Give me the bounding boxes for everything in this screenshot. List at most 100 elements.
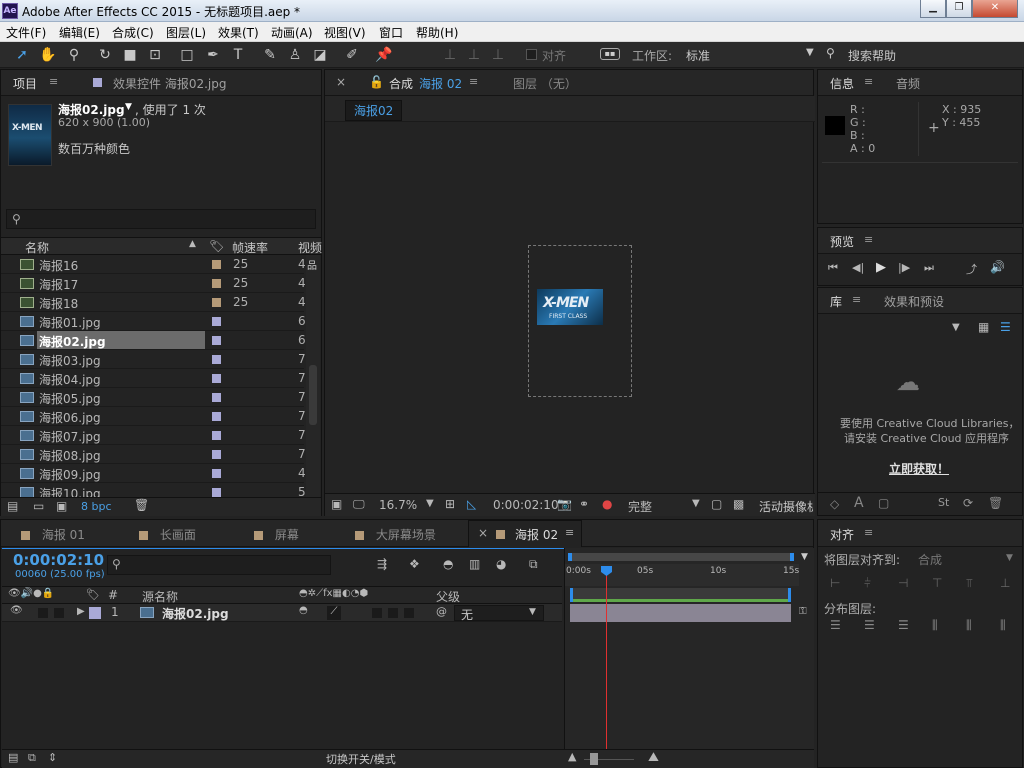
timeline-tab-0[interactable]: 海报 01 bbox=[21, 526, 85, 543]
tab-menu-icon[interactable]: ≡ bbox=[864, 75, 873, 88]
project-list-item[interactable]: 海报10.jpg 5 bbox=[1, 483, 306, 497]
transfer-controls-icon[interactable]: ⧉ bbox=[28, 751, 36, 765]
selection-tool-icon[interactable]: ➚ bbox=[12, 45, 32, 65]
comp-marker-bin-icon[interactable]: ▼ bbox=[801, 552, 808, 562]
frame-blending-icon[interactable]: ▥ bbox=[469, 557, 480, 571]
camera-select[interactable]: 活动摄像机 bbox=[759, 494, 813, 516]
bit-depth-button[interactable]: 8 bpc bbox=[81, 500, 112, 513]
project-list-item[interactable]: 海报03.jpg 7 bbox=[1, 350, 306, 369]
menu-composition[interactable]: 合成(C) bbox=[112, 24, 154, 41]
layer-duration-bar[interactable] bbox=[570, 604, 791, 622]
item-label-swatch[interactable] bbox=[212, 317, 221, 326]
align-right-icon[interactable]: ⊣ bbox=[898, 576, 908, 590]
graph-editor-icon[interactable]: ⧉ bbox=[529, 557, 538, 572]
solo-toggle[interactable] bbox=[54, 608, 64, 618]
distribute-right-icon[interactable]: ⫼ bbox=[1000, 618, 1006, 633]
menu-animation[interactable]: 动画(A) bbox=[271, 24, 313, 41]
layer-label-swatch[interactable] bbox=[89, 607, 101, 619]
item-label-swatch[interactable] bbox=[212, 412, 221, 421]
snap-checkbox[interactable] bbox=[526, 49, 537, 60]
menu-edit[interactable]: 编辑(E) bbox=[59, 24, 100, 41]
item-label-swatch[interactable] bbox=[212, 374, 221, 383]
parent-pickwhip-icon[interactable]: @ bbox=[436, 605, 447, 618]
motion-blur-icon[interactable]: ◕ bbox=[496, 557, 506, 571]
item-label-swatch[interactable] bbox=[212, 355, 221, 364]
zoom-select[interactable]: 16.7% bbox=[379, 498, 417, 512]
new-folder-icon[interactable]: ▭ bbox=[33, 499, 44, 513]
current-time-display[interactable]: 0:00:02:10 bbox=[493, 498, 559, 512]
trash-icon[interactable]: 🗑 bbox=[988, 496, 1003, 510]
first-frame-icon[interactable]: ⏮ bbox=[828, 261, 838, 275]
clone-stamp-tool-icon[interactable]: ♙ bbox=[285, 45, 305, 65]
eraser-tool-icon[interactable]: ◪ bbox=[310, 45, 330, 65]
align-left-icon[interactable]: ⊢ bbox=[830, 576, 840, 590]
color-channels-icon[interactable]: ● bbox=[602, 497, 612, 511]
zoom-tool-icon[interactable]: ⚲ bbox=[64, 45, 84, 65]
col-video-header[interactable]: 视频 bbox=[298, 239, 322, 256]
menu-window[interactable]: 窗口 bbox=[379, 24, 403, 41]
add-text-style-icon[interactable]: A bbox=[854, 495, 864, 511]
tab-menu-icon[interactable]: ≡ bbox=[864, 233, 873, 246]
project-list-item[interactable]: 海报09.jpg 4 bbox=[1, 464, 306, 483]
parent-dropdown-icon[interactable]: ▼ bbox=[529, 607, 536, 617]
play-icon[interactable]: ▶ bbox=[876, 260, 886, 275]
grid-view-icon[interactable]: ▦ bbox=[978, 320, 989, 334]
library-dropdown-icon[interactable]: ▼ bbox=[952, 322, 960, 333]
project-list-item[interactable]: 海报07.jpg 7 bbox=[1, 426, 306, 445]
project-search-input[interactable]: ⚲ bbox=[6, 209, 316, 229]
stock-icon[interactable]: St bbox=[938, 496, 949, 509]
pan-behind-tool-icon[interactable]: ⊡ bbox=[145, 45, 165, 65]
item-label-swatch[interactable] bbox=[212, 260, 221, 269]
align-horizontal-center-icon[interactable]: ⫩ bbox=[864, 576, 871, 591]
item-label-swatch[interactable] bbox=[212, 336, 221, 345]
align-bottom-icon[interactable]: ⊥ bbox=[1000, 576, 1010, 590]
tab-menu-icon[interactable]: ≡ bbox=[565, 526, 574, 539]
show-snapshot-icon[interactable]: ⚭ bbox=[579, 497, 589, 511]
project-list-item[interactable]: 海报17 25 4 bbox=[1, 274, 306, 293]
close-tab-icon[interactable]: × bbox=[478, 526, 488, 540]
tab-effect-controls[interactable]: 效果控件 海报02.jpg bbox=[113, 75, 226, 92]
align-to-select[interactable]: 合成 bbox=[918, 551, 942, 568]
tab-libraries[interactable]: 库 bbox=[830, 293, 842, 310]
new-comp-icon[interactable]: ▣ bbox=[56, 499, 67, 513]
project-list-item[interactable]: 海报05.jpg 7 bbox=[1, 388, 306, 407]
shy-switch-icon[interactable]: ◓ bbox=[299, 605, 308, 616]
item-label-swatch[interactable] bbox=[212, 279, 221, 288]
flowchart-icon[interactable]: 品 bbox=[307, 257, 317, 272]
view-axis-icon[interactable]: ⊥ bbox=[488, 45, 508, 65]
last-frame-icon[interactable]: ⏭ bbox=[924, 261, 934, 275]
shy-layers-icon[interactable]: ◓ bbox=[443, 557, 453, 571]
world-axis-icon[interactable]: ⊥ bbox=[464, 45, 484, 65]
scroll-thumb[interactable] bbox=[309, 365, 317, 425]
always-preview-icon[interactable]: ▣ bbox=[331, 497, 342, 511]
layer-name[interactable]: 海报02.jpg bbox=[162, 605, 229, 622]
expand-arrow-icon[interactable]: ▶ bbox=[77, 606, 85, 617]
monitor-icon[interactable]: 🖵 bbox=[353, 497, 365, 512]
time-navigator-bar[interactable] bbox=[568, 553, 794, 561]
camera-tool-icon[interactable]: ■ bbox=[120, 45, 140, 65]
comp-button-icon[interactable]: ⚿ bbox=[799, 606, 807, 617]
pen-tool-icon[interactable]: ✒ bbox=[203, 45, 223, 65]
timeline-tab-active[interactable]: × 海报 02 ≡ bbox=[468, 520, 582, 547]
visibility-eye-icon[interactable]: 👁 bbox=[10, 605, 23, 616]
item-label-swatch[interactable] bbox=[212, 393, 221, 402]
item-label-swatch[interactable] bbox=[212, 298, 221, 307]
parent-select[interactable]: 无 ▼ bbox=[454, 605, 544, 622]
get-it-now-link[interactable]: 立即获取！ bbox=[889, 460, 949, 477]
delete-icon[interactable]: 🗑 bbox=[134, 498, 149, 512]
comp-breadcrumb[interactable]: 海报02 bbox=[345, 100, 403, 121]
zoom-out-icon[interactable]: ▲ bbox=[568, 750, 576, 763]
lock-icon[interactable]: 🔓 bbox=[369, 75, 384, 89]
project-list-item[interactable]: 海报08.jpg 7 bbox=[1, 445, 306, 464]
usage-dropdown-icon[interactable]: ▼ bbox=[125, 102, 132, 112]
restore-button[interactable]: ❐ bbox=[946, 0, 972, 18]
audio-icon[interactable]: 🔊 bbox=[990, 260, 1005, 274]
puppet-pin-tool-icon[interactable]: 📌 bbox=[374, 45, 394, 65]
layer-switches-icon[interactable]: ▤ bbox=[8, 751, 18, 764]
project-list-item[interactable]: 海报06.jpg 7 bbox=[1, 407, 306, 426]
tab-menu-icon[interactable]: ≡ bbox=[864, 526, 873, 539]
draft-3d-icon[interactable]: ❖ bbox=[409, 557, 420, 571]
switch-slot[interactable] bbox=[388, 608, 398, 618]
timeline-search-input[interactable]: ⚲ bbox=[107, 555, 331, 575]
resolution-select[interactable]: 完整 bbox=[628, 498, 652, 515]
